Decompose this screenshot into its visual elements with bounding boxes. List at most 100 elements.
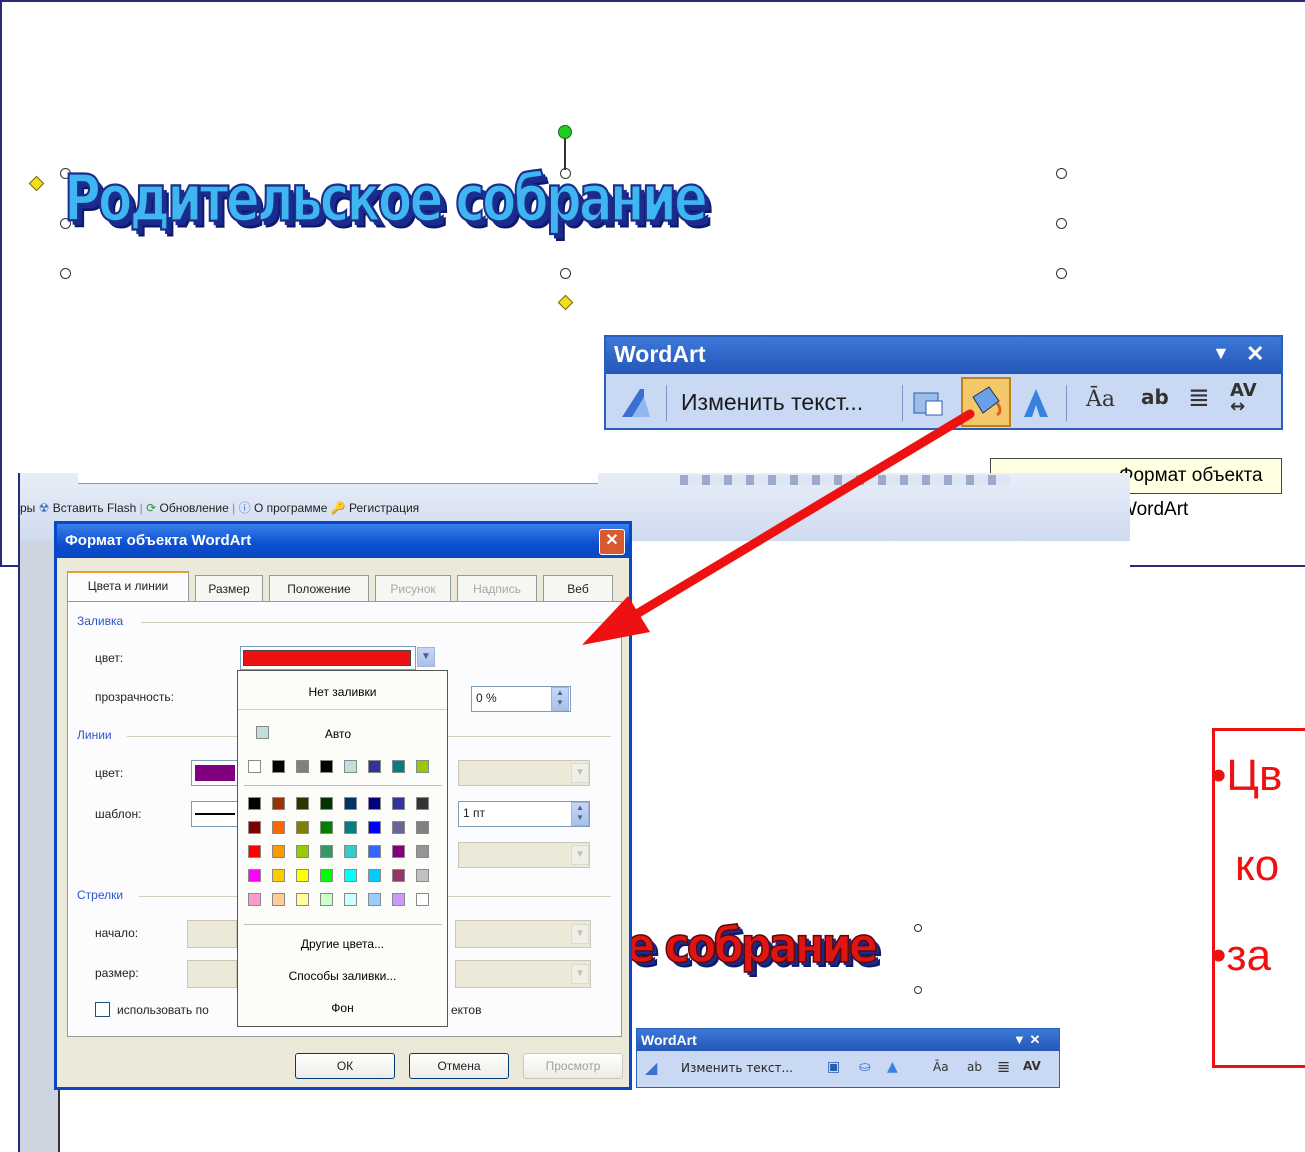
palette-color-swatch[interactable] (416, 845, 429, 858)
mini-toolbar-controls[interactable]: ▼ ✕ (1013, 1032, 1040, 1048)
palette-color-swatch[interactable] (344, 893, 357, 906)
palette-color-swatch[interactable] (248, 821, 261, 834)
arrow-end-size-arrow-icon[interactable]: ▼ (571, 964, 589, 984)
palette-color-swatch[interactable] (344, 869, 357, 882)
selection-handle-mr[interactable] (1056, 218, 1067, 229)
mini-shape-icon[interactable]: ▲ (887, 1059, 898, 1075)
palette-color-swatch[interactable] (248, 893, 261, 906)
recent-color-swatch[interactable] (368, 760, 381, 773)
update-button[interactable]: Обновление (160, 501, 229, 515)
selection-handle-bc[interactable] (560, 268, 571, 279)
palette-color-swatch[interactable] (272, 845, 285, 858)
default-checkbox[interactable] (95, 1002, 110, 1017)
rotate-handle[interactable] (558, 125, 572, 139)
palette-color-swatch[interactable] (248, 869, 261, 882)
fill-color-dropdown-arrow-icon[interactable]: ▼ (417, 647, 435, 667)
alignment-icon[interactable]: ≣ (1188, 383, 1210, 413)
line-connector-arrow-icon[interactable]: ▼ (571, 845, 589, 865)
recent-color-swatch[interactable] (248, 760, 261, 773)
arrow-start-style[interactable] (187, 920, 237, 948)
vertical-text-icon[interactable]: ab (1141, 385, 1169, 409)
tab-position[interactable]: Положение (269, 575, 369, 601)
palette-color-swatch[interactable] (344, 845, 357, 858)
palette-color-swatch[interactable] (392, 869, 405, 882)
recent-color-swatch[interactable] (416, 760, 429, 773)
mini-paint-bucket-icon[interactable]: ⛀ (859, 1059, 871, 1075)
arrow-start-size[interactable] (187, 960, 237, 988)
palette-color-swatch[interactable] (368, 797, 381, 810)
tab-size[interactable]: Размер (195, 575, 263, 601)
palette-color-swatch[interactable] (320, 845, 333, 858)
toolbar-menu-icon[interactable]: ▼ (1212, 343, 1230, 364)
mini-edit-text-button[interactable]: Изменить текст... (681, 1061, 793, 1075)
palette-color-swatch[interactable] (296, 845, 309, 858)
line-weight-spinner-icon[interactable]: ▲ ▼ (571, 802, 589, 826)
cancel-button[interactable]: Отмена (409, 1053, 509, 1079)
palette-color-swatch[interactable] (272, 869, 285, 882)
fill-effects-option[interactable]: Способы заливки... (238, 969, 447, 983)
combo-box-fragment[interactable] (78, 473, 598, 484)
same-letter-heights-icon[interactable]: Āa (1086, 387, 1115, 412)
palette-color-swatch[interactable] (320, 821, 333, 834)
mini-gallery-icon[interactable]: ▣ (827, 1059, 840, 1075)
about-button[interactable]: О программе (254, 501, 327, 515)
background-option[interactable]: Фон (238, 1001, 447, 1015)
arrow-end-arrow-icon[interactable]: ▼ (571, 924, 589, 944)
recent-color-swatch[interactable] (392, 760, 405, 773)
dialog-titlebar[interactable]: Формат объекта WordArt ✕ (57, 524, 629, 558)
selection-handle-bl[interactable] (60, 268, 71, 279)
palette-color-swatch[interactable] (272, 821, 285, 834)
palette-color-swatch[interactable] (368, 845, 381, 858)
palette-color-swatch[interactable] (392, 845, 405, 858)
recent-color-swatch[interactable] (272, 760, 285, 773)
register-button[interactable]: Регистрация (349, 501, 419, 515)
palette-color-swatch[interactable] (392, 893, 405, 906)
recent-color-swatch[interactable] (296, 760, 309, 773)
wordart-red-preview[interactable]: е собрание (625, 917, 879, 975)
toolbar-item-fragment[interactable]: ры (20, 501, 35, 515)
line-style-arrow-icon[interactable]: ▼ (571, 763, 589, 783)
more-colors-option[interactable]: Другие цвета... (238, 937, 447, 951)
wordart-title[interactable]: Родительское собрание (63, 161, 709, 238)
palette-color-swatch[interactable] (296, 821, 309, 834)
mini-insert-wordart-icon[interactable]: ◢ (645, 1058, 657, 1077)
tab-textbox[interactable]: Надпись (457, 575, 537, 601)
mini-letter-heights-icon[interactable]: Āa (933, 1060, 949, 1074)
ok-button[interactable]: ОК (295, 1053, 395, 1079)
palette-color-swatch[interactable] (416, 821, 429, 834)
mini-wordart-toolbar[interactable]: WordArt ▼ ✕ ◢ Изменить текст... ▣ ⛀ ▲ Āa… (636, 1028, 1060, 1088)
preview-button[interactable]: Просмотр (523, 1053, 623, 1079)
palette-color-swatch[interactable] (416, 797, 429, 810)
palette-color-swatch[interactable] (368, 821, 381, 834)
auto-option[interactable]: Авто (298, 727, 378, 741)
mini-alignment-icon[interactable]: ≣ (997, 1057, 1010, 1076)
insert-flash-button[interactable]: Вставить Flash (53, 501, 137, 515)
line-color-dropdown[interactable] (191, 760, 239, 786)
selection-handle-small[interactable] (914, 924, 922, 932)
palette-color-swatch[interactable] (248, 845, 261, 858)
selection-handle-br[interactable] (1056, 268, 1067, 279)
transparency-spinner-icon[interactable]: ▲ ▼ (551, 687, 569, 711)
recent-color-swatch[interactable] (320, 760, 333, 773)
selection-handle-small[interactable] (914, 986, 922, 994)
mini-toolbar-titlebar[interactable]: WordArt ▼ ✕ (637, 1029, 1059, 1051)
palette-color-swatch[interactable] (416, 869, 429, 882)
palette-color-swatch[interactable] (320, 893, 333, 906)
selection-handle-tr[interactable] (1056, 168, 1067, 179)
palette-color-swatch[interactable] (320, 869, 333, 882)
tab-colors-lines[interactable]: Цвета и линии (67, 571, 189, 602)
tab-picture[interactable]: Рисунок (375, 575, 451, 601)
palette-color-swatch[interactable] (344, 821, 357, 834)
fill-color-dropdown[interactable] (240, 646, 416, 670)
line-pattern-dropdown[interactable] (191, 801, 239, 827)
palette-color-swatch[interactable] (272, 797, 285, 810)
palette-color-swatch[interactable] (392, 821, 405, 834)
character-spacing-icon[interactable]: AV ↔ (1230, 382, 1257, 416)
no-fill-option[interactable]: Нет заливки (238, 685, 447, 699)
palette-color-swatch[interactable] (368, 893, 381, 906)
mini-spacing-icon[interactable]: AV (1023, 1059, 1041, 1073)
wordart-toolbar-titlebar[interactable]: WordArt ▼ ✕ (606, 337, 1281, 374)
palette-color-swatch[interactable] (368, 869, 381, 882)
palette-color-swatch[interactable] (272, 893, 285, 906)
palette-color-swatch[interactable] (392, 797, 405, 810)
